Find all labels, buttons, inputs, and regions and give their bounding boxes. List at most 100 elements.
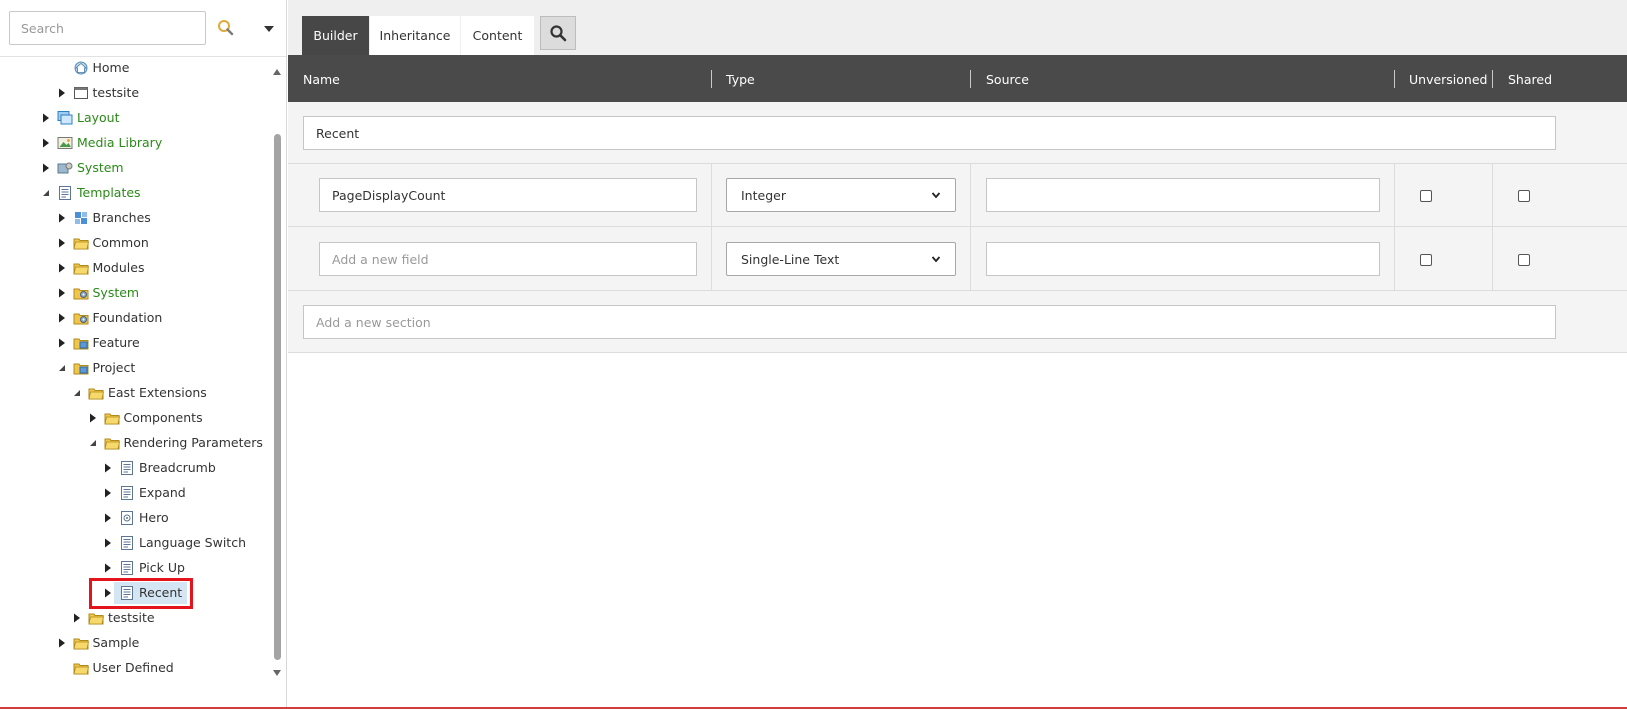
tree-item-label[interactable]: Common xyxy=(93,232,149,254)
tab-content[interactable]: Content xyxy=(461,16,534,55)
tree-item-label[interactable]: Rendering Parameters xyxy=(124,432,263,454)
tree-item-system[interactable]: System xyxy=(56,282,140,304)
expand-arrow-icon[interactable] xyxy=(102,582,114,604)
tree-item-project[interactable]: Project xyxy=(56,357,136,379)
tree-item-modules[interactable]: Modules xyxy=(56,257,145,279)
image-icon xyxy=(57,135,73,151)
expand-arrow-icon[interactable] xyxy=(56,207,68,229)
tree-item-label[interactable]: Project xyxy=(93,357,136,379)
search-icon[interactable] xyxy=(215,17,237,39)
tree-item-testsite[interactable]: testsite xyxy=(56,82,140,104)
tree-item-label[interactable]: Media Library xyxy=(77,132,162,154)
tree-item-components[interactable]: Components xyxy=(87,407,203,429)
search-icon xyxy=(550,25,567,42)
tree-item-layout[interactable]: Layout xyxy=(40,107,120,129)
scroll-down-icon[interactable] xyxy=(273,665,281,676)
expand-arrow-icon[interactable] xyxy=(56,307,68,329)
tree-item-label[interactable]: Feature xyxy=(93,332,140,354)
tree-item-label[interactable]: Modules xyxy=(93,257,145,279)
tree-item-label[interactable]: Branches xyxy=(93,207,151,229)
tree-item-label[interactable]: System xyxy=(77,157,124,179)
tree-item-home[interactable]: Home xyxy=(56,57,130,79)
section-name-input[interactable] xyxy=(303,116,1556,150)
tree-item-hero[interactable]: Hero xyxy=(102,507,169,529)
tree-item-user-defined[interactable]: User Defined xyxy=(56,657,174,679)
search-button[interactable] xyxy=(540,16,576,50)
tree-item-pick-up[interactable]: Pick Up xyxy=(102,557,185,579)
unversioned-checkbox[interactable] xyxy=(1420,254,1432,266)
tree-item-recent[interactable]: Recent xyxy=(102,582,188,604)
tree-item-label[interactable]: testsite xyxy=(108,607,155,629)
collapse-arrow-icon[interactable] xyxy=(40,182,52,204)
tree-item-system[interactable]: System xyxy=(40,157,124,179)
search-input[interactable] xyxy=(9,11,206,45)
tree-item-label[interactable]: Sample xyxy=(93,632,140,654)
expand-arrow-icon[interactable] xyxy=(40,132,52,154)
field-type-select[interactable]: Integer xyxy=(726,178,956,212)
tree-item-testsite[interactable]: testsite xyxy=(71,607,155,629)
field-type-select[interactable]: Single-Line Text xyxy=(726,242,956,276)
expand-arrow-icon[interactable] xyxy=(102,482,114,504)
tree-item-common[interactable]: Common xyxy=(56,232,149,254)
expand-arrow-icon[interactable] xyxy=(102,457,114,479)
field-source-input[interactable] xyxy=(986,242,1380,276)
tree-item-language-switch[interactable]: Language Switch xyxy=(102,532,246,554)
expand-arrow-icon[interactable] xyxy=(56,257,68,279)
tree-item-media-library[interactable]: Media Library xyxy=(40,132,162,154)
field-source-input[interactable] xyxy=(986,178,1380,212)
expand-arrow-icon[interactable] xyxy=(56,232,68,254)
tree-item-label[interactable]: Home xyxy=(93,57,130,79)
tree-item-feature[interactable]: Feature xyxy=(56,332,140,354)
expand-arrow-icon[interactable] xyxy=(40,107,52,129)
shared-checkbox[interactable] xyxy=(1518,190,1530,202)
tree-item-label[interactable]: Templates xyxy=(77,182,141,204)
shared-checkbox[interactable] xyxy=(1518,254,1530,266)
tree-item-foundation[interactable]: Foundation xyxy=(56,307,163,329)
expand-arrow-icon[interactable] xyxy=(56,82,68,104)
expand-arrow-icon[interactable] xyxy=(71,607,83,629)
tree-item-label[interactable]: System xyxy=(93,282,140,304)
tree-item-label[interactable]: testsite xyxy=(93,82,140,104)
collapse-arrow-icon[interactable] xyxy=(87,432,99,454)
field-row: Integer xyxy=(288,163,1627,227)
collapse-arrow-icon[interactable] xyxy=(56,357,68,379)
tree-item-rendering-parameters[interactable]: Rendering Parameters xyxy=(87,432,263,454)
scroll-up-icon[interactable] xyxy=(273,64,281,75)
tree-item-label[interactable]: Layout xyxy=(77,107,120,129)
tree-item-label[interactable]: Components xyxy=(124,407,203,429)
tree-item-branches[interactable]: Branches xyxy=(56,207,151,229)
expand-arrow-icon[interactable] xyxy=(56,632,68,654)
expand-arrow-icon[interactable] xyxy=(56,332,68,354)
tree-item-label[interactable]: Pick Up xyxy=(139,557,185,579)
tab-builder[interactable]: Builder xyxy=(302,16,369,55)
tab-inheritance[interactable]: Inheritance xyxy=(370,16,460,55)
expand-arrow-icon[interactable] xyxy=(102,532,114,554)
tree-item-sample[interactable]: Sample xyxy=(56,632,140,654)
tree-item-label[interactable]: Language Switch xyxy=(139,532,246,554)
tree-item-expand[interactable]: Expand xyxy=(102,482,186,504)
tree-item-label[interactable]: Recent xyxy=(139,582,182,604)
folder-gear-icon xyxy=(73,310,89,326)
scrollbar-thumb[interactable] xyxy=(274,134,281,660)
tree-item-label[interactable]: Expand xyxy=(139,482,186,504)
tree-item-label[interactable]: Hero xyxy=(139,507,169,529)
expand-arrow-icon[interactable] xyxy=(40,157,52,179)
tree-item-breadcrumb[interactable]: Breadcrumb xyxy=(102,457,216,479)
expand-arrow-icon[interactable] xyxy=(102,557,114,579)
tree-item-label[interactable]: Foundation xyxy=(93,307,163,329)
collapse-arrow-icon[interactable] xyxy=(71,382,83,404)
expand-arrow-icon[interactable] xyxy=(56,282,68,304)
tree-item-label[interactable]: Breadcrumb xyxy=(139,457,216,479)
expand-arrow-icon[interactable] xyxy=(87,407,99,429)
tree-item-label[interactable]: User Defined xyxy=(93,657,174,679)
unversioned-checkbox[interactable] xyxy=(1420,190,1432,202)
caret-down-icon[interactable] xyxy=(262,22,276,36)
new-section-input[interactable] xyxy=(303,305,1556,339)
new-field-name-input[interactable] xyxy=(319,242,697,276)
tree-item-templates[interactable]: Templates xyxy=(40,182,141,204)
header-shared: Shared xyxy=(1508,72,1553,87)
tree-item-east-extensions[interactable]: East Extensions xyxy=(71,382,207,404)
expand-arrow-icon[interactable] xyxy=(102,507,114,529)
field-name-input[interactable] xyxy=(319,178,697,212)
tree-item-label[interactable]: East Extensions xyxy=(108,382,207,404)
